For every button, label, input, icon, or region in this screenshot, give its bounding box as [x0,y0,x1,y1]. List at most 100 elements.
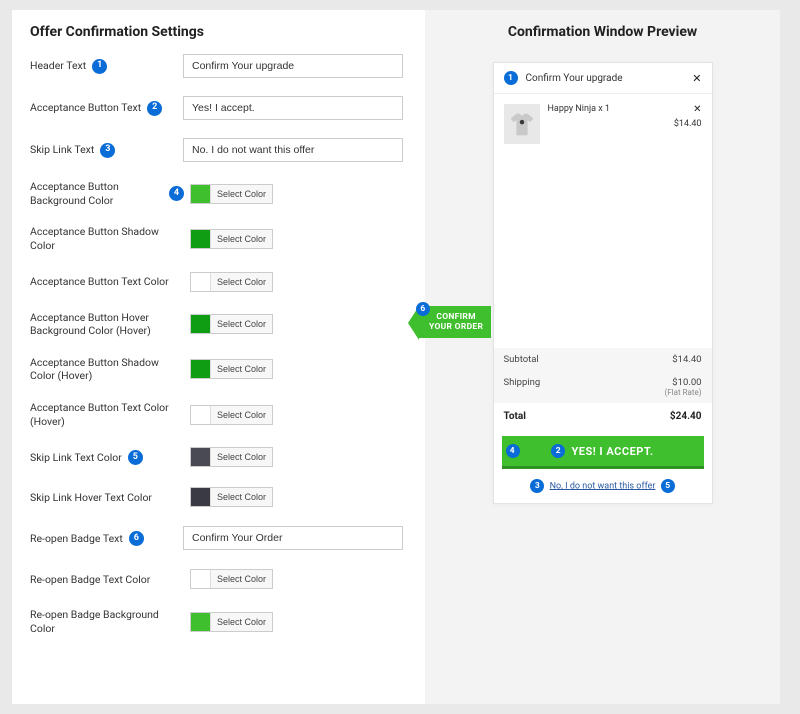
shipping-value: $10.00 [672,377,701,388]
reopen-badge-line2: YOUR ORDER [429,322,483,332]
color-swatch [191,406,211,424]
settings-row: Re-open Badge Background Color Select Col… [30,608,403,635]
reopen-badge-line1: CONFIRM [436,312,476,322]
preview-item-row: Happy Ninja x 1 ✕ $14.40 [494,94,712,148]
color-picker[interactable]: Select Color [190,229,273,249]
select-color-button[interactable]: Select Color [211,488,272,506]
preview-header-text: Confirm Your upgrade [526,73,623,84]
settings-title: Offer Confirmation Settings [30,24,403,40]
select-color-button[interactable]: Select Color [211,315,272,333]
remove-item-icon[interactable]: ✕ [674,104,702,115]
accept-badge-inner: 2 [551,444,565,458]
settings-row: Re-open Badge Text Color Select Color [30,568,403,590]
settings-label: Header Text1 [30,59,183,74]
settings-label: Acceptance Button Background Color4 [30,180,190,207]
preview-card: 1 Confirm Your upgrade ✕ Happy Ninja x 1… [493,62,713,504]
close-icon[interactable]: ✕ [692,72,701,85]
color-swatch [191,360,211,378]
select-color-button[interactable]: Select Color [211,360,272,378]
settings-label: Acceptance Button Text Color (Hover) [30,401,190,428]
select-color-button[interactable]: Select Color [211,570,272,588]
color-picker[interactable]: Select Color [190,184,273,204]
settings-row: Acceptance Button Text2 [30,96,403,120]
color-picker[interactable]: Select Color [190,569,273,589]
product-name: Happy Ninja x 1 [548,104,610,144]
settings-row: Acceptance Button Background Color4 Selec… [30,180,403,207]
settings-label: Skip Link Text Color5 [30,450,190,465]
color-swatch [191,230,211,248]
settings-label-badge: 1 [92,59,107,74]
settings-label-badge: 4 [169,186,184,201]
color-picker[interactable]: Select Color [190,314,273,334]
skip-link[interactable]: No, I do not want this offer [550,481,656,491]
color-picker[interactable]: Select Color [190,405,273,425]
accept-button[interactable]: 4 2 YES! I ACCEPT. [502,436,704,469]
product-thumbnail [504,104,540,144]
color-swatch [191,570,211,588]
settings-row: Acceptance Button Text Color (Hover) Sele… [30,401,403,428]
select-color-button[interactable]: Select Color [211,406,272,424]
select-color-button[interactable]: Select Color [211,448,272,466]
subtotal-value: $14.40 [672,354,701,365]
shipping-note: (Flat Rate) [665,388,702,397]
color-swatch [191,185,211,203]
settings-row: Re-open Badge Text6 [30,526,403,550]
color-picker[interactable]: Select Color [190,487,273,507]
settings-row: Acceptance Button Hover Background Color… [30,311,403,338]
settings-label: Re-open Badge Text6 [30,531,183,546]
settings-row: Header Text1 [30,54,403,78]
total-label: Total [504,411,526,422]
shipping-label: Shipping [504,377,541,397]
settings-label-badge: 6 [129,531,144,546]
settings-label-badge: 3 [100,143,115,158]
settings-label: Skip Link Hover Text Color [30,491,190,505]
settings-label-badge: 5 [128,450,143,465]
text-input[interactable] [183,96,403,120]
select-color-button[interactable]: Select Color [211,230,272,248]
settings-label: Re-open Badge Text Color [30,573,190,587]
subtotal-label: Subtotal [504,354,539,365]
preview-totals: Subtotal $14.40 Shipping $10.00 (Flat Ra… [494,348,712,403]
settings-row: Acceptance Button Shadow Color (Hover) Se… [30,356,403,383]
settings-row: Acceptance Button Text Color Select Color [30,271,403,293]
reopen-badge[interactable]: 6 CONFIRM YOUR ORDER [419,306,491,338]
color-swatch [191,613,211,631]
color-swatch [191,273,211,291]
preview-header: 1 Confirm Your upgrade ✕ [494,63,712,94]
settings-label: Acceptance Button Hover Background Color… [30,311,190,338]
text-input[interactable] [183,138,403,162]
color-swatch [191,488,211,506]
settings-row: Acceptance Button Shadow Color Select Col… [30,225,403,252]
reopen-badge-number: 6 [416,302,430,316]
color-picker[interactable]: Select Color [190,612,273,632]
accept-badge-outer: 4 [506,444,520,458]
settings-row: Skip Link Hover Text Color Select Color [30,486,403,508]
color-swatch [191,448,211,466]
settings-row: Skip Link Text Color5 Select Color [30,446,403,468]
color-swatch [191,315,211,333]
skip-link-row: 3 No, I do not want this offer 5 [494,473,712,503]
text-input[interactable] [183,54,403,78]
settings-label-badge: 2 [147,101,162,116]
settings-row: Skip Link Text3 [30,138,403,162]
text-input[interactable] [183,526,403,550]
preview-title: Confirmation Window Preview [437,24,768,40]
select-color-button[interactable]: Select Color [211,185,272,203]
color-picker[interactable]: Select Color [190,447,273,467]
select-color-button[interactable]: Select Color [211,273,272,291]
skip-badge-left: 3 [530,479,544,493]
product-price: $14.40 [674,119,702,129]
color-picker[interactable]: Select Color [190,272,273,292]
select-color-button[interactable]: Select Color [211,613,272,631]
settings-label: Skip Link Text3 [30,143,183,158]
preview-header-badge: 1 [504,71,518,85]
skip-badge-right: 5 [661,479,675,493]
settings-label: Acceptance Button Text Color [30,275,190,289]
color-picker[interactable]: Select Color [190,359,273,379]
settings-label: Acceptance Button Shadow Color (Hover) [30,356,190,383]
settings-label: Acceptance Button Text2 [30,101,183,116]
total-value: $24.40 [670,411,702,422]
accept-button-text: YES! I ACCEPT. [571,445,653,458]
settings-label: Re-open Badge Background Color [30,608,190,635]
settings-label: Acceptance Button Shadow Color [30,225,190,252]
